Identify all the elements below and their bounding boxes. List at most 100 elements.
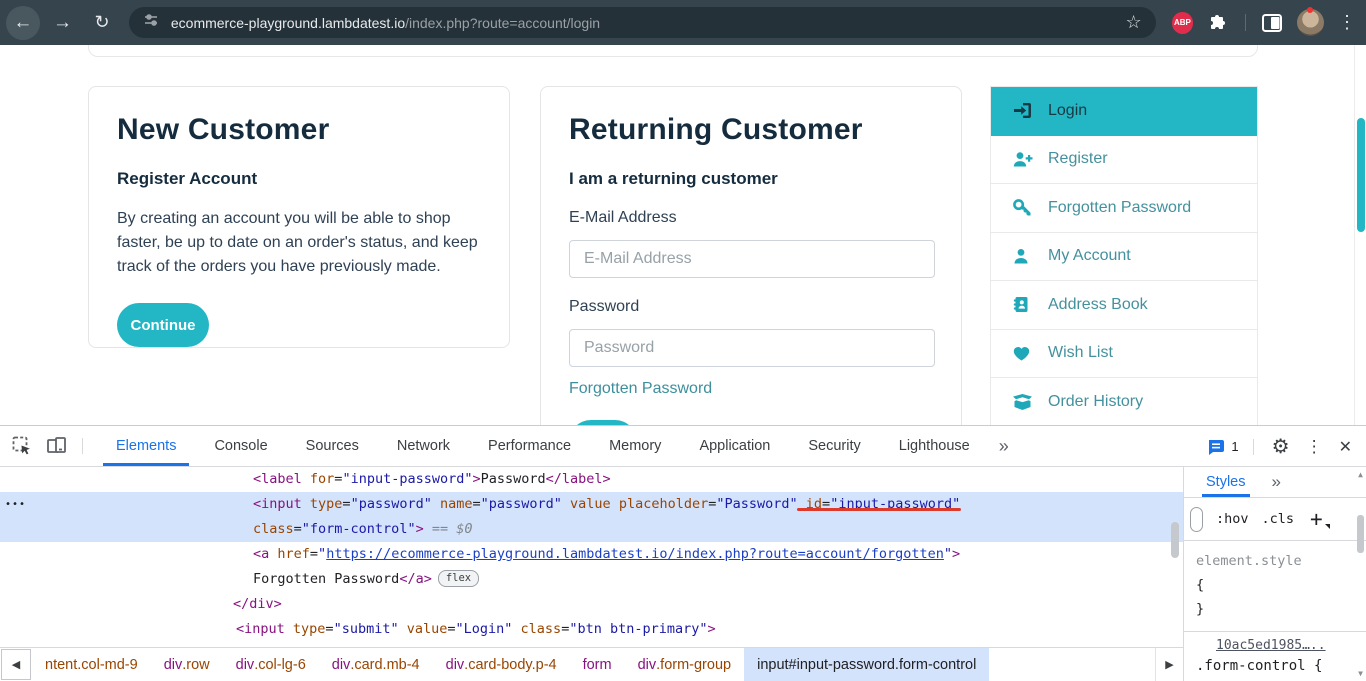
bookmark-star-icon[interactable]: ☆ [1125, 12, 1141, 33]
reload-icon[interactable]: ↻ [85, 6, 119, 40]
forward-icon[interactable]: → [46, 6, 80, 40]
sidebar-item-wish-list[interactable]: Wish List [991, 330, 1257, 379]
page-scrollbar[interactable] [1354, 45, 1366, 425]
styles-toolbar: :hov .cls + [1184, 498, 1366, 541]
styles-scrollbar[interactable]: ▲ ▼ [1356, 467, 1365, 681]
breadcrumb-part: .card-body.p-4 [464, 657, 556, 673]
styles-more-tabs-icon[interactable]: » [1272, 472, 1281, 492]
tab-application[interactable]: Application [680, 426, 789, 466]
address-bar[interactable]: ecommerce-playground.lambdatest.io/index… [129, 7, 1156, 38]
dom-node-line[interactable]: </div> [0, 592, 1183, 617]
site-settings-icon[interactable] [143, 12, 159, 33]
browser-toolbar: ← → ↻ ecommerce-playground.lambdatest.io… [0, 0, 1366, 45]
code-token-attr-annotated: id [798, 496, 822, 512]
selected-dom-node-line[interactable]: class="form-control"> == $0 [0, 517, 1183, 542]
breadcrumb-item[interactable]: div.card-body.p-4 [433, 648, 570, 681]
tab-memory[interactable]: Memory [590, 426, 680, 466]
sidebar-item-order-history[interactable]: Order History [991, 378, 1257, 425]
issues-icon[interactable] [1207, 439, 1225, 455]
flex-badge[interactable]: flex [438, 570, 479, 587]
device-toolbar-icon[interactable] [46, 436, 68, 456]
scroll-down-icon[interactable]: ▼ [1356, 669, 1365, 678]
inspect-element-icon[interactable] [12, 436, 32, 456]
issues-count[interactable]: 1 [1231, 439, 1238, 454]
box-open-icon [1013, 393, 1035, 411]
extensions-puzzle-icon[interactable] [1209, 13, 1229, 33]
styles-scrollbar-thumb[interactable] [1357, 515, 1364, 553]
tab-elements[interactable]: Elements [97, 426, 195, 466]
address-book-icon [1013, 296, 1035, 314]
toggle-hover-button[interactable]: :hov [1216, 511, 1249, 527]
breadcrumb-item[interactable]: div.row [151, 648, 223, 681]
breadcrumb-item[interactable]: div.form-group [625, 648, 745, 681]
breadcrumb-item[interactable]: ntent.col-md-9 [32, 648, 151, 681]
elements-scrollbar[interactable] [1170, 467, 1180, 647]
page-scrollbar-thumb[interactable] [1357, 118, 1365, 232]
breadcrumb-part: .form-group [656, 657, 731, 673]
tab-console[interactable]: Console [195, 426, 286, 466]
continue-button[interactable]: Continue [117, 303, 209, 347]
code-token-attr: type [285, 621, 326, 637]
breadcrumb-scroll-left-icon[interactable]: ◀ [1, 649, 31, 680]
tab-sources[interactable]: Sources [287, 426, 378, 466]
devtools-menu-icon[interactable]: ⋮ [1306, 437, 1323, 457]
key-icon [1013, 199, 1035, 217]
browser-menu-icon[interactable]: ⋮ [1338, 12, 1356, 33]
code-token-val: "Password" [716, 496, 797, 512]
tab-performance[interactable]: Performance [469, 426, 590, 466]
sidebar-item-my-account[interactable]: My Account [991, 233, 1257, 282]
breadcrumb-scroll-right-icon[interactable]: ▶ [1155, 648, 1183, 681]
sidebar-item-login[interactable]: Login [991, 87, 1257, 136]
selected-dom-node-line[interactable]: •••<input type="password" name="password… [0, 492, 1183, 517]
breadcrumb-item[interactable]: div.card.mb-4 [319, 648, 433, 681]
tab-styles[interactable]: Styles [1206, 467, 1246, 497]
node-menu-dots-icon[interactable]: ••• [5, 492, 26, 517]
breadcrumb-item[interactable]: form [570, 648, 625, 681]
stylesheet-source-link[interactable]: 10ac5ed1985….. [1216, 638, 1358, 653]
sidebar-item-address-book[interactable]: Address Book [991, 281, 1257, 330]
sidebar-item-label: Register [1048, 150, 1108, 168]
form-control-rule-selector[interactable]: .form-control { [1196, 658, 1366, 674]
tab-lighthouse[interactable]: Lighthouse [880, 426, 989, 466]
devtools-close-icon[interactable]: ✕ [1339, 437, 1352, 457]
sidebar-item-label: Login [1048, 102, 1087, 120]
dom-node-line[interactable]: <a href="https://ecommerce-playground.la… [0, 542, 1183, 567]
breadcrumb-item[interactable]: div.col-lg-6 [223, 648, 319, 681]
side-panel-icon[interactable] [1262, 14, 1282, 32]
user-icon [1013, 247, 1035, 265]
tab-network[interactable]: Network [378, 426, 469, 466]
code-token-val: "password" [481, 496, 562, 512]
elements-tree: <label for="input-password">Password</la… [0, 467, 1183, 647]
url-text[interactable]: ecommerce-playground.lambdatest.io/index… [171, 15, 1118, 31]
email-field[interactable] [569, 240, 935, 278]
scroll-up-icon[interactable]: ▲ [1356, 470, 1365, 479]
breadcrumb-part: ntent.col-md-9 [45, 657, 138, 673]
new-style-rule-button[interactable]: + [1310, 507, 1323, 531]
sidebar-item-register[interactable]: Register [991, 136, 1257, 185]
sidebar-item-label: Order History [1048, 393, 1143, 411]
dom-node-line[interactable]: <input type="submit" value="Login" class… [0, 617, 1183, 642]
dom-node-line[interactable]: <label for="input-password">Password</la… [0, 467, 1183, 492]
password-field[interactable] [569, 329, 935, 367]
breadcrumb-item-selected[interactable]: input#input-password.form-control [744, 648, 989, 681]
forgotten-password-link[interactable]: Forgotten Password [569, 380, 712, 398]
sidebar-item-forgotten-password[interactable]: Forgotten Password [991, 184, 1257, 233]
breadcrumb-part: .col-lg-6 [254, 657, 306, 673]
code-token-plain: Password [481, 471, 546, 487]
adblock-extension-icon[interactable]: ABP [1172, 12, 1194, 34]
toggle-class-button[interactable]: .cls [1262, 511, 1295, 527]
more-tabs-icon[interactable]: » [989, 436, 1019, 457]
devtools-settings-icon[interactable]: ⚙ [1272, 434, 1290, 459]
back-icon[interactable]: ← [6, 6, 40, 40]
tab-security[interactable]: Security [789, 426, 879, 466]
code-token-tag: > [952, 546, 960, 562]
dom-node-line[interactable]: Forgotten Password</a>flex [0, 567, 1183, 592]
elements-scrollbar-thumb[interactable] [1171, 522, 1179, 558]
styles-filter-input[interactable] [1190, 507, 1203, 532]
profile-avatar[interactable] [1297, 9, 1324, 36]
breadcrumb-part: .card.mb-4 [350, 657, 419, 673]
code-token-plain: = [294, 521, 302, 537]
breadcrumb-part: div [446, 657, 465, 673]
code-token-val: "password" [351, 496, 432, 512]
element-style-rule[interactable]: element.style { } [1184, 541, 1366, 632]
